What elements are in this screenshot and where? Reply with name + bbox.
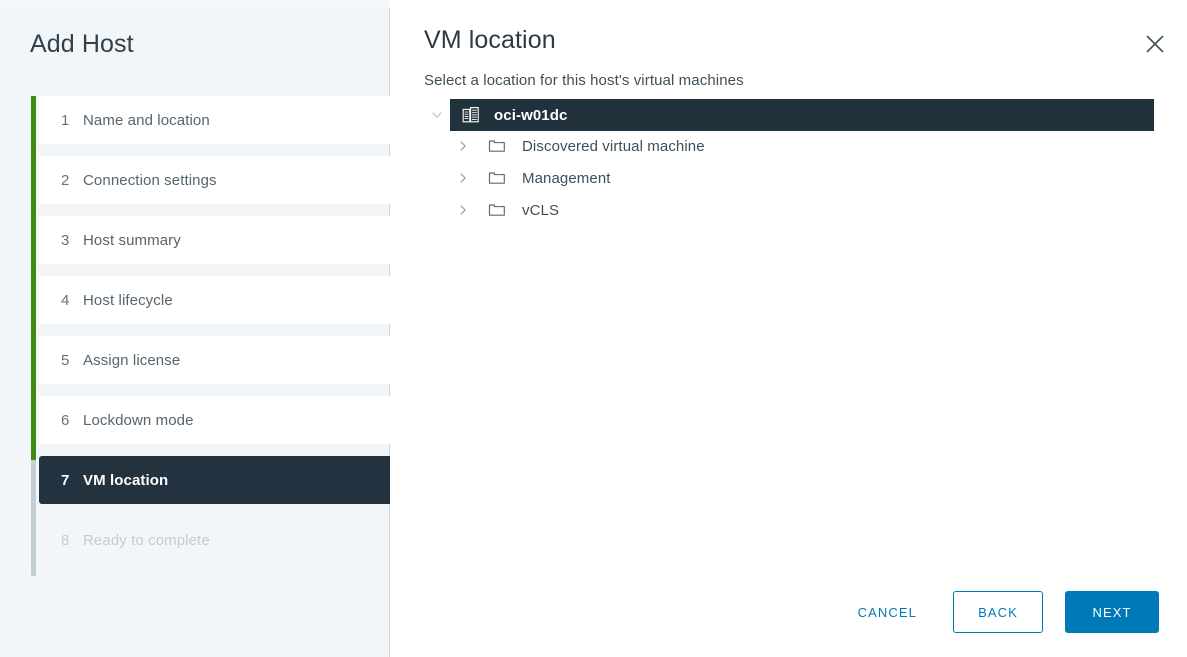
- datacenter-icon: [460, 104, 482, 126]
- sidebar-top-band: [0, 0, 390, 8]
- step-number: 6: [61, 411, 70, 429]
- wizard-step-list: 1 Name and location 2 Connection setting…: [0, 96, 390, 576]
- folder-icon: [486, 167, 508, 189]
- progress-rail-complete: [31, 96, 36, 460]
- back-button[interactable]: BACK: [953, 591, 1043, 633]
- sidebar-step-assign-license[interactable]: 5 Assign license: [39, 336, 390, 384]
- next-button[interactable]: NEXT: [1065, 591, 1159, 633]
- wizard-main-panel: VM location Select a location for this h…: [390, 0, 1187, 657]
- step-number: 7: [61, 471, 70, 489]
- step-label: Host lifecycle: [83, 291, 173, 309]
- sidebar-step-vm-location[interactable]: 7 VM location: [39, 456, 390, 504]
- step-label: Host summary: [83, 231, 181, 249]
- step-number: 2: [61, 171, 70, 189]
- main-header: VM location: [424, 24, 1163, 56]
- step-number: 8: [61, 531, 70, 549]
- tree-row[interactable]: Discovered virtual machine: [424, 130, 1154, 162]
- vm-location-tree: oci-w01dc Discovered virtual machine Man…: [424, 99, 1154, 226]
- sidebar-step-host-lifecycle[interactable]: 4 Host lifecycle: [39, 276, 390, 324]
- chevron-right-icon[interactable]: [450, 194, 476, 226]
- sidebar-step-connection-settings[interactable]: 2 Connection settings: [39, 156, 390, 204]
- tree-row[interactable]: Management: [424, 162, 1154, 194]
- tree-node-label: oci-w01dc: [494, 106, 568, 124]
- sidebar-step-host-summary[interactable]: 3 Host summary: [39, 216, 390, 264]
- chevron-right-icon[interactable]: [450, 162, 476, 194]
- step-number: 1: [61, 111, 70, 129]
- tree-row-body[interactable]: Discovered virtual machine: [476, 130, 1154, 162]
- progress-rail-remaining: [31, 460, 36, 576]
- sidebar-step-ready-to-complete: 8 Ready to complete: [39, 516, 390, 564]
- page-subtitle: Select a location for this host's virtua…: [424, 72, 744, 89]
- wizard-footer: CANCEL BACK NEXT: [842, 591, 1159, 633]
- cancel-button[interactable]: CANCEL: [842, 594, 933, 630]
- step-label: Name and location: [83, 111, 210, 129]
- tree-row-body[interactable]: oci-w01dc: [450, 99, 1154, 131]
- tree-row-body[interactable]: vCLS: [476, 194, 1154, 226]
- step-label: Assign license: [83, 351, 181, 369]
- folder-icon: [486, 135, 508, 157]
- step-label: Connection settings: [83, 171, 217, 189]
- step-number: 3: [61, 231, 70, 249]
- step-label: VM location: [83, 471, 169, 489]
- sidebar-step-lockdown-mode[interactable]: 6 Lockdown mode: [39, 396, 390, 444]
- step-label: Ready to complete: [83, 531, 210, 549]
- tree-node-label: vCLS: [522, 201, 560, 219]
- wizard-title: Add Host: [30, 30, 134, 58]
- chevron-down-icon[interactable]: [424, 99, 450, 131]
- tree-row-body[interactable]: Management: [476, 162, 1154, 194]
- folder-icon: [486, 199, 508, 221]
- chevron-right-icon[interactable]: [450, 130, 476, 162]
- step-label: Lockdown mode: [83, 411, 194, 429]
- step-number: 5: [61, 351, 70, 369]
- tree-node-label: Management: [522, 169, 611, 187]
- add-host-wizard: Add Host 1 Name and location 2 Connectio…: [0, 0, 1187, 657]
- wizard-sidebar: Add Host 1 Name and location 2 Connectio…: [0, 0, 390, 657]
- close-icon[interactable]: [1133, 22, 1177, 66]
- tree-row[interactable]: vCLS: [424, 194, 1154, 226]
- tree-node-label: Discovered virtual machine: [522, 137, 705, 155]
- step-number: 4: [61, 291, 70, 309]
- page-title: VM location: [424, 26, 556, 54]
- sidebar-step-name-and-location[interactable]: 1 Name and location: [39, 96, 390, 144]
- tree-row[interactable]: oci-w01dc: [424, 99, 1154, 131]
